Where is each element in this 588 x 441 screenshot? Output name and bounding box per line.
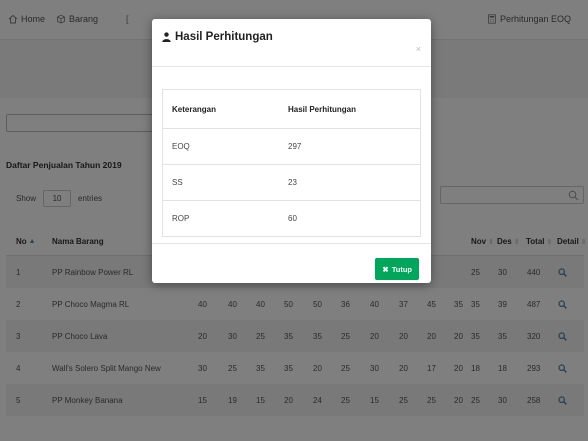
result-row-eoq: EOQ 297 xyxy=(163,128,420,164)
modal-title-text: Hasil Perhitungan xyxy=(175,31,273,43)
close-icon[interactable]: × xyxy=(416,44,421,54)
close-icon: ✖ xyxy=(382,264,389,274)
modal-header: Hasil Perhitungan × xyxy=(152,19,431,67)
result-row-ss: SS 23 xyxy=(163,164,420,200)
result-modal: Hasil Perhitungan × Keterangan Hasil Per… xyxy=(152,19,431,283)
result-value: 297 xyxy=(288,142,302,151)
result-header-hasil: Hasil Perhitungan xyxy=(288,104,357,114)
result-value: 23 xyxy=(288,178,297,187)
result-header-row: Keterangan Hasil Perhitungan xyxy=(163,90,420,128)
result-value: 60 xyxy=(288,214,297,223)
result-label: ROP xyxy=(172,214,190,223)
result-label: EOQ xyxy=(172,142,190,151)
result-header-keterangan: Keterangan xyxy=(172,104,217,114)
result-label: SS xyxy=(172,178,183,187)
tutup-button-label: Tutup xyxy=(391,264,412,274)
modal-title: Hasil Perhitungan xyxy=(162,31,273,43)
result-table: Keterangan Hasil Perhitungan EOQ 297 SS … xyxy=(162,89,421,237)
user-icon xyxy=(162,32,171,42)
result-row-rop: ROP 60 xyxy=(163,200,420,236)
tutup-button[interactable]: ✖ Tutup xyxy=(375,258,419,280)
modal-footer: ✖ Tutup xyxy=(152,243,431,283)
